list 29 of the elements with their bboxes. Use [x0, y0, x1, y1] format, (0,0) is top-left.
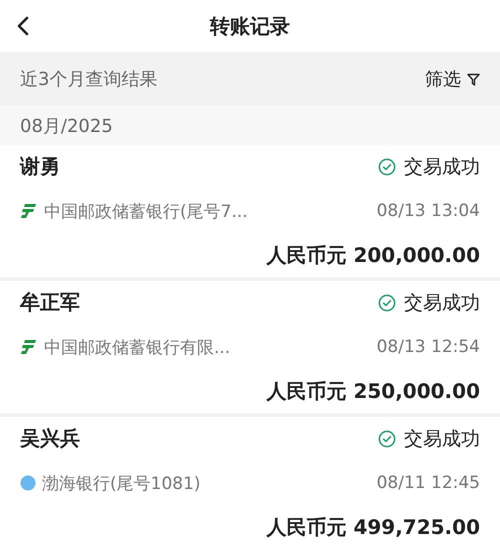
bank-account: 渤海银行(尾号1081)	[42, 472, 201, 494]
transfer-amount: 人民币元 200,000.00	[266, 242, 480, 269]
bank-account: 中国邮政储蓄银行有限...	[44, 336, 230, 358]
status-text: 交易成功	[404, 426, 480, 452]
status-text: 交易成功	[404, 290, 480, 316]
transfer-time: 08/13 13:04	[376, 201, 480, 221]
check-circle-icon	[378, 430, 396, 448]
transfer-amount: 人民币元 250,000.00	[266, 378, 480, 405]
bank-account: 中国邮政储蓄银行(尾号7...	[44, 200, 248, 222]
transfer-time: 08/11 12:45	[376, 473, 480, 493]
transfer-amount: 人民币元 499,725.00	[266, 514, 480, 541]
filter-icon	[467, 72, 480, 86]
month-label: 08月/2025	[20, 114, 113, 138]
transfer-record[interactable]: 谢勇 交易成功 中国邮政储蓄银行(尾号7... 08/13 13:04 人民币元 200,000.00	[0, 145, 500, 277]
bank-icon	[20, 475, 36, 491]
payee-name: 谢勇	[20, 153, 60, 180]
check-circle-icon	[378, 158, 396, 176]
filter-button[interactable]: 筛选	[425, 67, 480, 91]
payee-name: 牟正军	[20, 289, 80, 316]
query-summary: 近3个月查询结果	[20, 68, 158, 91]
postal-bank-icon	[20, 203, 38, 219]
status-text: 交易成功	[404, 154, 480, 180]
transfer-record[interactable]: 吴兴兵 交易成功 渤海银行(尾号1081) 08/11 12:45 人民币元 499,725.00	[0, 417, 500, 546]
check-circle-icon	[378, 294, 396, 312]
transfer-record[interactable]: 牟正军 交易成功 中国邮政储蓄银行有限... 08/13 12:54 人民币元 250,000.00	[0, 281, 500, 413]
transfer-time: 08/13 12:54	[376, 337, 480, 357]
page-title: 转账记录	[210, 12, 290, 40]
postal-bank-icon	[20, 339, 38, 355]
payee-name: 吴兴兵	[20, 425, 80, 452]
